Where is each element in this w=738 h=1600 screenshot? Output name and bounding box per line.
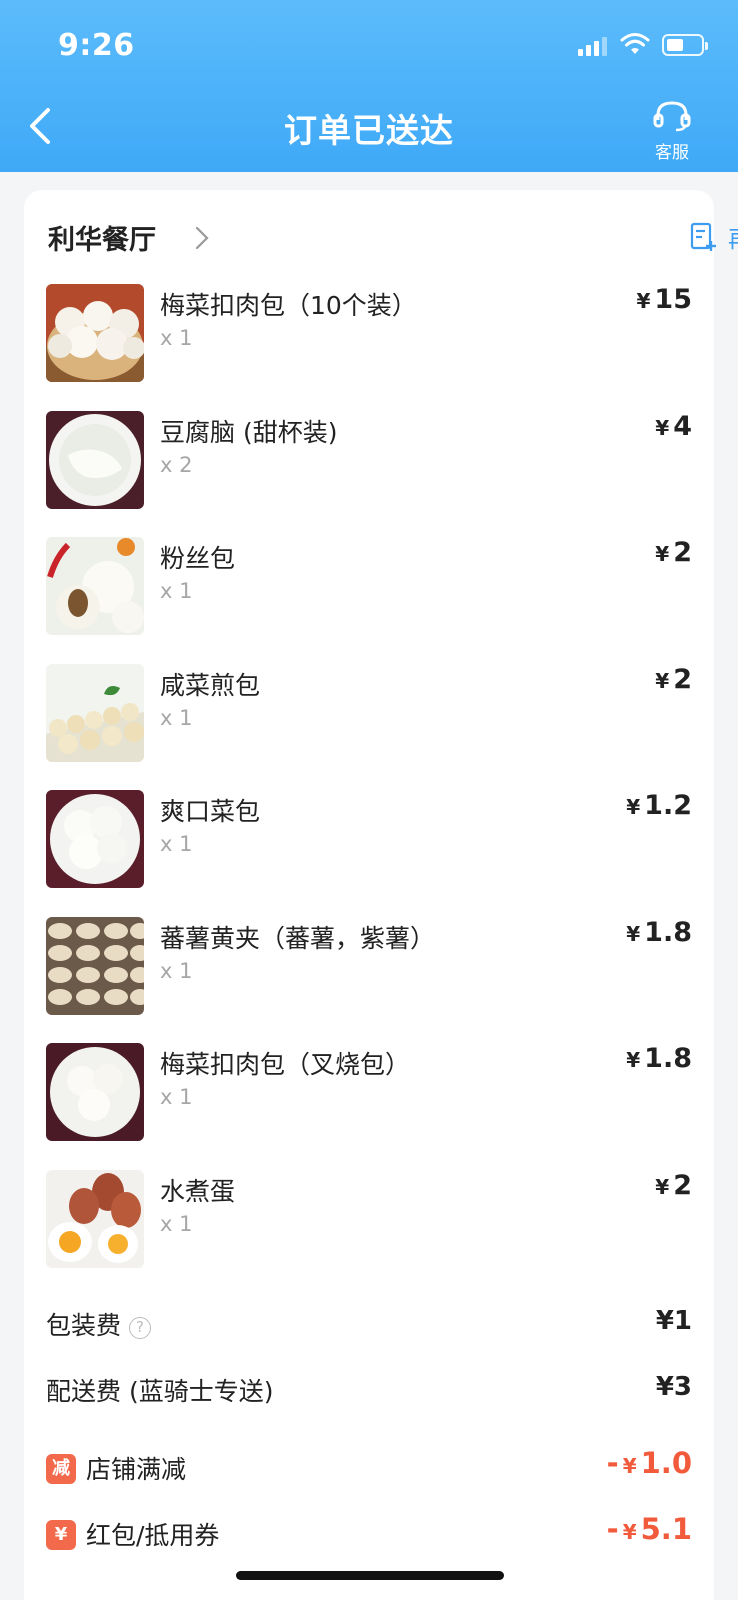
- fee-label: 包装费?: [46, 1306, 152, 1342]
- reorder-icon: [690, 222, 716, 251]
- item-quantity: x 1: [160, 579, 193, 603]
- home-indicator[interactable]: [236, 1571, 504, 1580]
- order-item[interactable]: 粉丝包 x 1 ¥2: [46, 537, 692, 664]
- food-image: [46, 537, 144, 635]
- order-item[interactable]: 梅菜扣肉包（10个装） x 1 ¥15: [46, 284, 692, 411]
- item-name: 豆腐脑 (甜杯装): [160, 417, 338, 447]
- currency-symbol: ¥: [655, 1174, 670, 1199]
- item-price-value: 1.8: [644, 1043, 692, 1074]
- cellular-signal-icon: [578, 36, 608, 56]
- item-price: ¥1.8: [626, 1043, 692, 1074]
- shop-name[interactable]: 利华餐厅: [48, 218, 156, 257]
- item-name: 梅菜扣肉包（10个装）: [160, 291, 417, 320]
- currency-symbol: ¥: [655, 542, 670, 566]
- delivery-fee-row: 配送费 (蓝骑士专送) ¥3: [46, 1366, 692, 1432]
- reorder-label: 再来一单: [728, 220, 738, 254]
- item-price-value: 1.2: [644, 790, 692, 821]
- currency-symbol: ¥: [636, 289, 651, 313]
- status-time: 9:26: [58, 28, 135, 63]
- item-price-value: 2: [673, 663, 692, 695]
- item-price: ¥1.2: [626, 790, 692, 821]
- currency-symbol: ¥: [626, 1048, 641, 1072]
- currency-symbol: ¥: [622, 1454, 637, 1478]
- item-price-value: 4: [673, 410, 692, 442]
- fee-label: 配送费 (蓝骑士专送): [46, 1377, 274, 1406]
- headset-icon: [653, 101, 691, 132]
- help-icon[interactable]: ?: [129, 1317, 152, 1339]
- item-name: 水煮蛋: [160, 1176, 236, 1206]
- discount-badge-icon: 减: [46, 1454, 76, 1484]
- chevron-right-icon[interactable]: [194, 224, 210, 252]
- item-price: ¥2: [655, 664, 692, 695]
- food-image: [46, 790, 144, 888]
- item-name: 爽口菜包: [160, 797, 261, 826]
- packaging-fee-row: 包装费? ¥1: [46, 1300, 692, 1366]
- food-image: [46, 916, 144, 1015]
- discount-label: 红包/抵用券: [86, 1521, 220, 1550]
- battery-icon: [662, 34, 708, 56]
- item-price: ¥2: [655, 1170, 692, 1201]
- food-image: [46, 284, 144, 382]
- order-item[interactable]: 豆腐脑 (甜杯装) x 2 ¥4: [46, 410, 692, 538]
- discount-minus: -: [606, 1446, 619, 1480]
- item-name: 蕃薯黄夹（蕃薯，紫薯）: [160, 923, 436, 953]
- wifi-icon: [620, 33, 650, 54]
- discount-minus: -: [606, 1512, 619, 1546]
- item-name: 粉丝包: [160, 544, 236, 573]
- item-name: 咸菜煎包: [160, 670, 261, 700]
- discount-value: - ¥5.1: [607, 1512, 692, 1546]
- order-card: 利华餐厅 再来一单: [24, 190, 738, 1600]
- food-image: [46, 410, 144, 509]
- customer-service-button[interactable]: 客服: [648, 100, 696, 163]
- discount-amount: 5.1: [640, 1512, 692, 1546]
- order-detail-page: 9:26 订单已送达 客服 利华餐厅 梅菜扣肉包（10个装） x 1 ¥ 15 …: [0, 0, 738, 1600]
- coupon-discount-row: ¥ 红包/抵用券 - ¥5.1: [46, 1510, 692, 1576]
- currency-symbol: ¥: [655, 415, 670, 440]
- food-image: [46, 663, 144, 762]
- item-quantity: x 1: [160, 705, 193, 730]
- item-price: ¥1.8: [626, 917, 692, 948]
- order-item[interactable]: 水煮蛋 x 1 ¥2: [46, 1169, 692, 1297]
- order-item[interactable]: 梅菜扣肉包（叉烧包） x 1 ¥1.8: [46, 1043, 692, 1170]
- shop-row: 利华餐厅 再来一单: [48, 218, 738, 258]
- food-image: [46, 1169, 144, 1268]
- customer-service-label: 客服: [655, 143, 689, 163]
- order-item[interactable]: 蕃薯黄夹（蕃薯，紫薯） x 1 ¥1.8: [46, 916, 692, 1044]
- order-items-list: 梅菜扣肉包（10个装） x 1 ¥15 豆腐脑 (甜杯装) x 2 ¥4 粉丝包…: [46, 284, 692, 1296]
- currency-symbol: ¥: [622, 1520, 637, 1544]
- item-quantity: x 1: [160, 326, 193, 350]
- item-price: ¥2: [655, 537, 692, 568]
- fee-value: ¥1: [655, 1306, 692, 1336]
- item-quantity: x 1: [160, 1085, 193, 1109]
- currency-symbol: ¥: [626, 921, 641, 946]
- currency-symbol: ¥: [655, 668, 670, 693]
- item-price-value: 1.8: [644, 916, 692, 948]
- item-quantity: x 1: [160, 832, 193, 856]
- discount-amount: 1.0: [640, 1446, 692, 1480]
- discount-value: - ¥1.0: [607, 1446, 692, 1480]
- item-quantity: x 1: [160, 1211, 193, 1236]
- order-item[interactable]: 咸菜煎包 x 1 ¥2: [46, 663, 692, 791]
- item-quantity: x 2: [160, 452, 193, 477]
- item-price-value: 2: [673, 1169, 692, 1201]
- store-discount-row: 减 店铺满减 - ¥1.0: [46, 1444, 692, 1510]
- page-title: 订单已送达: [284, 111, 454, 150]
- item-price-value: 2: [673, 537, 692, 568]
- fee-value: ¥3: [655, 1372, 692, 1402]
- fees-section: 包装费? ¥1 配送费 (蓝骑士专送) ¥3 减 店铺满减 - ¥1.0 ¥ 红包…: [46, 1300, 692, 1576]
- item-quantity: x 1: [160, 958, 193, 983]
- coupon-badge-icon: ¥: [46, 1520, 76, 1550]
- status-bar: 9:26: [0, 0, 738, 90]
- order-item[interactable]: 爽口菜包 x 1 ¥1.2: [46, 790, 692, 917]
- food-image: [46, 1043, 144, 1141]
- item-price: ¥15: [637, 284, 693, 315]
- header: 9:26 订单已送达 客服: [0, 0, 738, 172]
- discount-label: 店铺满减: [86, 1455, 187, 1484]
- item-name: 梅菜扣肉包（叉烧包）: [160, 1050, 411, 1079]
- fee-label-text: 包装费: [46, 1311, 122, 1340]
- currency-symbol: ¥: [626, 795, 641, 819]
- item-price-value: 15: [654, 284, 692, 315]
- item-price: ¥4: [655, 411, 692, 442]
